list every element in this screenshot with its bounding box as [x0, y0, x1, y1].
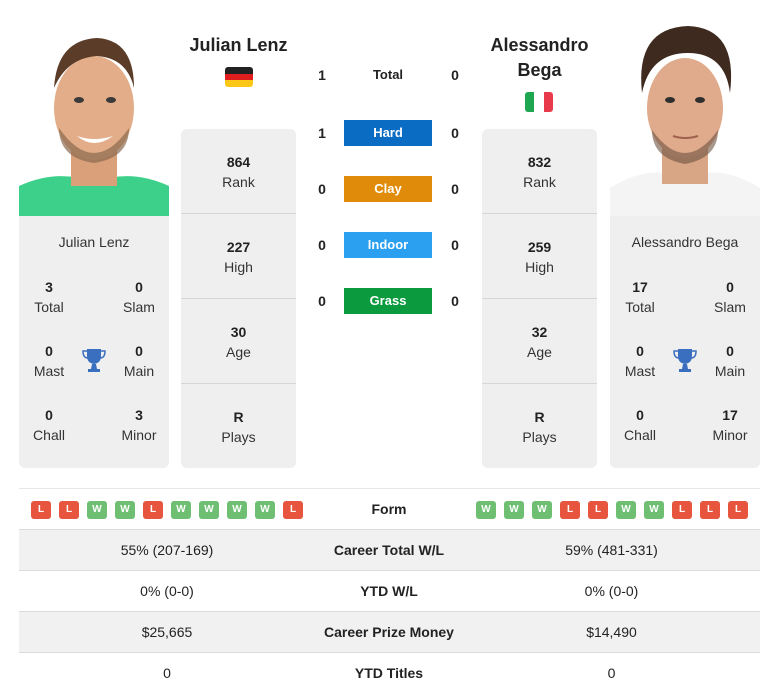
h2h-indoor-right: 0 [451, 237, 459, 253]
germany-flag-icon [225, 67, 253, 87]
h2h-clay-left: 0 [318, 181, 326, 197]
h2h-hard-left: 1 [318, 125, 326, 141]
player1-value: 55% (207-169) [120, 542, 214, 558]
player2-titles-main: 0 Main [714, 343, 746, 379]
player2-titles-mast: 0 Mast [624, 343, 656, 379]
player2-titles-minor: 17 Minor [712, 407, 748, 443]
player2-age: 32 Age [527, 324, 552, 360]
player1-titles-slam: 0 Slam [123, 279, 155, 315]
player1-titles-chall: 0 Chall [33, 407, 65, 443]
player1-stats-card: 864 Rank 227 High 30 Age R Plays [181, 129, 296, 468]
form-row: LLWWLWWWWL Form WWWLLWWLLL [19, 488, 760, 529]
form-win-badge[interactable]: W [255, 501, 275, 519]
row-label: Career Prize Money [324, 624, 454, 640]
form-win-badge[interactable]: W [532, 501, 552, 519]
player1-plays: R Plays [221, 409, 256, 445]
row-label: Career Total W/L [333, 542, 445, 558]
player1-titles-total: 3 Total [34, 279, 64, 315]
player2-value: 0 [607, 665, 616, 681]
player2-form: WWWLLWWLLL [476, 501, 748, 519]
h2h-row-total: 1 Total 0 [300, 62, 478, 88]
player1-titles-name: Julian Lenz [58, 234, 130, 250]
player2-value: 0% (0-0) [584, 583, 639, 599]
player1-form: LLWWLWWWWL [31, 501, 303, 519]
form-loss-badge[interactable]: L [59, 501, 79, 519]
player2-stats-card: 832 Rank 259 High 32 Age R Plays [482, 129, 597, 468]
surface-grass-button[interactable]: Grass [344, 288, 432, 314]
player2-photo [610, 18, 760, 216]
player1-titles-card: Julian Lenz 3 Total 0 Slam 0 Mast 0 Main… [19, 216, 169, 468]
player1-titles-main: 0 Main [123, 343, 155, 379]
form-loss-badge[interactable]: L [700, 501, 720, 519]
comparison-table: LLWWLWWWWL Form WWWLLWWLLL 55% (207-169)… [19, 488, 760, 693]
player2-portrait-icon [610, 18, 760, 216]
h2h-row-grass: 0 Grass 0 [300, 288, 478, 314]
player1-portrait-icon [19, 18, 169, 216]
player1-titles-mast: 0 Mast [33, 343, 65, 379]
form-loss-badge[interactable]: L [588, 501, 608, 519]
player2-rank: 832 Rank [523, 154, 556, 190]
h2h-total-label[interactable]: Total [344, 62, 432, 88]
surface-clay-button[interactable]: Clay [344, 176, 432, 202]
player1-high: 227 High [224, 239, 253, 275]
h2h-total-right: 0 [451, 67, 459, 83]
form-win-badge[interactable]: W [87, 501, 107, 519]
form-win-badge[interactable]: W [171, 501, 191, 519]
player1-value: 0 [163, 665, 171, 681]
form-loss-badge[interactable]: L [560, 501, 580, 519]
form-win-badge[interactable]: W [476, 501, 496, 519]
player1-age: 30 Age [226, 324, 251, 360]
player1-value: $25,665 [141, 624, 193, 640]
player2-value: 59% (481-331) [565, 542, 658, 558]
form-loss-badge[interactable]: L [672, 501, 692, 519]
h2h-row-clay: 0 Clay 0 [300, 176, 478, 202]
player2-value: $14,490 [586, 624, 637, 640]
h2h-hard-right: 0 [451, 125, 459, 141]
form-loss-badge[interactable]: L [728, 501, 748, 519]
table-row: 0% (0-0) YTD W/L 0% (0-0) [19, 570, 760, 611]
player2-titles-name: Alessandro Bega [631, 234, 739, 250]
table-row: $25,665 Career Prize Money $14,490 [19, 611, 760, 652]
form-win-badge[interactable]: W [616, 501, 636, 519]
player2-titles-card: Alessandro Bega 17 Total 0 Slam 0 Mast 0… [610, 216, 760, 468]
h2h-grass-right: 0 [451, 293, 459, 309]
row-label: YTD W/L [360, 583, 418, 599]
h2h-row-indoor: 0 Indoor 0 [300, 232, 478, 258]
h2h-grass-left: 0 [318, 293, 326, 309]
trophy-icon [82, 349, 106, 372]
h2h-total-left: 1 [318, 67, 326, 83]
form-loss-badge[interactable]: L [143, 501, 163, 519]
italy-flag-icon [525, 92, 553, 112]
player2-titles-slam: 0 Slam [714, 279, 746, 315]
table-row: 55% (207-169) Career Total W/L 59% (481-… [19, 529, 760, 570]
player1-titles-minor: 3 Minor [121, 407, 157, 443]
form-loss-badge[interactable]: L [283, 501, 303, 519]
trophy-icon [673, 349, 697, 372]
player2-name-text[interactable]: Alessandro Bega [490, 35, 588, 80]
player2-plays: R Plays [522, 409, 557, 445]
player2-name[interactable]: Alessandro Bega [482, 33, 597, 83]
form-win-badge[interactable]: W [199, 501, 219, 519]
player1-value: 0% (0-0) [140, 583, 194, 599]
player2-titles-chall: 0 Chall [624, 407, 656, 443]
h2h-clay-right: 0 [451, 181, 459, 197]
player2-titles-total: 17 Total [625, 279, 655, 315]
h2h-indoor-left: 0 [318, 237, 326, 253]
player1-name[interactable]: Julian Lenz [181, 33, 296, 58]
surface-hard-button[interactable]: Hard [344, 120, 432, 146]
form-loss-badge[interactable]: L [31, 501, 51, 519]
player1-rank: 864 Rank [222, 154, 255, 190]
h2h-row-hard: 1 Hard 0 [300, 120, 478, 146]
surface-indoor-button[interactable]: Indoor [344, 232, 432, 258]
player1-photo [19, 18, 169, 216]
form-label: Form [371, 501, 407, 517]
table-row: 0 YTD Titles 0 [19, 652, 760, 693]
form-win-badge[interactable]: W [504, 501, 524, 519]
form-win-badge[interactable]: W [644, 501, 664, 519]
player2-high: 259 High [525, 239, 554, 275]
form-win-badge[interactable]: W [227, 501, 247, 519]
row-label: YTD Titles [354, 665, 424, 681]
form-win-badge[interactable]: W [115, 501, 135, 519]
